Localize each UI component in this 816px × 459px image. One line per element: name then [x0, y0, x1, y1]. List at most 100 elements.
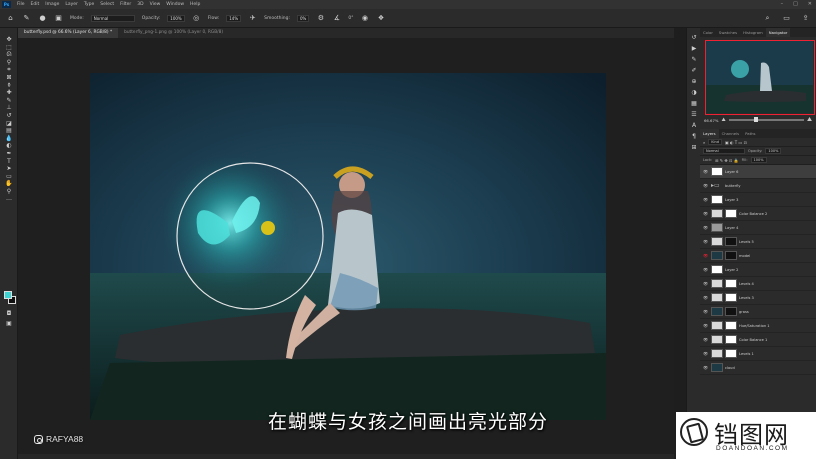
- visibility-eye-icon[interactable]: 👁: [702, 351, 709, 356]
- filter-search-icon[interactable]: ⌕: [703, 140, 705, 145]
- glyphs-icon[interactable]: ⊞: [687, 142, 701, 153]
- paragraph-icon[interactable]: ¶: [687, 131, 701, 142]
- layer-row[interactable]: 👁 cloud: [700, 361, 816, 375]
- zoom-slider-knob[interactable]: [754, 117, 759, 123]
- menu-layer[interactable]: Layer: [62, 2, 81, 7]
- layer-thumbnail[interactable]: [711, 307, 723, 316]
- pressure-opacity-icon[interactable]: ◎: [192, 14, 201, 23]
- history-brush-icon[interactable]: ↺: [0, 112, 18, 120]
- layer-row[interactable]: 👁 Layer 3: [700, 193, 816, 207]
- visibility-eye-icon[interactable]: 👁: [702, 211, 709, 216]
- dodge-tool-icon[interactable]: ◐: [0, 142, 18, 150]
- move-tool-icon[interactable]: ✥: [0, 36, 18, 44]
- character-icon[interactable]: A: [687, 120, 701, 131]
- mode-select[interactable]: Normal: [90, 14, 135, 22]
- menu-type[interactable]: Type: [81, 2, 97, 7]
- quick-mask-icon[interactable]: ◘: [0, 310, 18, 318]
- layer-row[interactable]: 👁 Layer 2: [700, 263, 816, 277]
- symmetry-icon[interactable]: ❖: [376, 14, 385, 23]
- layer-thumbnail[interactable]: [711, 293, 723, 302]
- brushes-icon[interactable]: ✐: [687, 65, 701, 76]
- actions-icon[interactable]: ▶: [687, 43, 701, 54]
- canvas-area[interactable]: [18, 38, 674, 454]
- layer-row[interactable]: 👁 model: [700, 249, 816, 263]
- menu-file[interactable]: File: [14, 2, 28, 7]
- navigator-preview[interactable]: [705, 40, 815, 115]
- layer-mask-thumbnail[interactable]: [725, 349, 737, 358]
- type-tool-icon[interactable]: T: [0, 158, 18, 166]
- menu-3d[interactable]: 3D: [134, 2, 146, 7]
- visibility-eye-icon[interactable]: 👁: [702, 183, 709, 188]
- layer-mask-thumbnail[interactable]: [725, 209, 737, 218]
- layer-row[interactable]: 👁 Levels 4: [700, 277, 816, 291]
- magic-wand-tool-icon[interactable]: ⚲: [0, 59, 18, 67]
- visibility-eye-icon[interactable]: 👁: [702, 239, 709, 244]
- visibility-eye-icon[interactable]: 👁: [702, 267, 709, 272]
- layer-thumbnail[interactable]: [711, 237, 723, 246]
- brush-settings-panel-icon[interactable]: ✎: [687, 54, 701, 65]
- hand-tool-icon[interactable]: ✋: [0, 180, 18, 188]
- visibility-eye-icon[interactable]: 👁: [702, 197, 709, 202]
- tab-color[interactable]: Color: [700, 28, 716, 37]
- menu-edit[interactable]: Edit: [28, 2, 43, 7]
- layer-row[interactable]: 👁 Layer 6: [700, 165, 816, 179]
- menu-image[interactable]: Image: [42, 2, 62, 7]
- healing-brush-icon[interactable]: ✚: [0, 89, 18, 97]
- layer-mask-thumbnail[interactable]: [725, 251, 737, 260]
- brush-settings-icon[interactable]: ▣: [54, 14, 63, 23]
- flow-field[interactable]: 14%: [226, 14, 242, 22]
- menu-window[interactable]: Window: [163, 2, 187, 7]
- tab-navigator[interactable]: Navigator: [765, 28, 791, 37]
- crop-tool-icon[interactable]: ⌗: [0, 66, 18, 74]
- fill-field[interactable]: 100%: [750, 157, 767, 163]
- pressure-size-icon[interactable]: ◉: [360, 14, 369, 23]
- menu-help[interactable]: Help: [187, 2, 203, 7]
- screen-mode-icon[interactable]: ▣: [0, 320, 18, 328]
- tab-butterfly-png[interactable]: butterfly_png-1.png @ 100% (Layer 0, RGB…: [118, 28, 229, 38]
- zoom-tool-icon[interactable]: ⚲: [0, 188, 18, 196]
- menu-view[interactable]: View: [147, 2, 164, 7]
- zoom-in-icon[interactable]: ⛰: [807, 116, 812, 124]
- layer-row[interactable]: 👁 Color Balance 2: [700, 207, 816, 221]
- brush-tool-icon[interactable]: ✎: [22, 14, 31, 23]
- eraser-tool-icon[interactable]: ◪: [0, 120, 18, 128]
- layer-row[interactable]: 👁 Color Balance 1: [700, 333, 816, 347]
- eyedropper-tool-icon[interactable]: ⚱: [0, 82, 18, 90]
- visibility-eye-icon[interactable]: 👁: [702, 281, 709, 286]
- more-tools-icon[interactable]: …: [0, 195, 18, 203]
- maximize-icon[interactable]: □: [793, 1, 798, 7]
- menu-select[interactable]: Select: [97, 2, 117, 7]
- stamp-tool-icon[interactable]: ⊥: [0, 104, 18, 112]
- tab-histogram[interactable]: Histogram: [740, 28, 766, 37]
- tab-layers[interactable]: Layers: [700, 129, 719, 138]
- styles-icon[interactable]: ▦: [687, 98, 701, 109]
- layer-thumbnail[interactable]: [711, 167, 723, 176]
- layer-row[interactable]: 👁 ▸▭ butterfly: [700, 179, 816, 193]
- layer-thumbnail[interactable]: [711, 349, 723, 358]
- home-icon[interactable]: ⌂: [6, 14, 15, 23]
- layer-row[interactable]: 👁 Levels 5: [700, 235, 816, 249]
- layer-thumbnail[interactable]: [711, 279, 723, 288]
- layer-mask-thumbnail[interactable]: [725, 335, 737, 344]
- foreground-color-swatch[interactable]: [4, 291, 12, 299]
- airbrush-icon[interactable]: ✈: [248, 14, 257, 23]
- visibility-eye-icon[interactable]: 👁: [702, 337, 709, 342]
- kind-select[interactable]: Kind: [708, 139, 722, 145]
- visibility-eye-icon[interactable]: 👁: [702, 169, 709, 174]
- layer-thumbnail[interactable]: [711, 223, 723, 232]
- layer-thumbnail[interactable]: [711, 335, 723, 344]
- marquee-tool-icon[interactable]: ⬚: [0, 44, 18, 52]
- menu-filter[interactable]: Filter: [117, 2, 134, 7]
- visibility-eye-icon[interactable]: 👁: [702, 365, 709, 370]
- visibility-eye-icon[interactable]: 👁: [702, 253, 709, 258]
- smoothing-settings-icon[interactable]: ⚙: [316, 14, 325, 23]
- layer-group-folder-icon[interactable]: ▸▭: [711, 181, 723, 190]
- layer-row[interactable]: 👁 Levels 3: [700, 291, 816, 305]
- brush-preset-icon[interactable]: ●: [38, 14, 47, 23]
- layer-mask-thumbnail[interactable]: [725, 237, 737, 246]
- angle-icon[interactable]: ∡: [332, 14, 341, 23]
- layer-mask-thumbnail[interactable]: [725, 307, 737, 316]
- close-icon[interactable]: ✕: [808, 1, 812, 7]
- layer-thumbnail[interactable]: [711, 251, 723, 260]
- layer-thumbnail[interactable]: [711, 209, 723, 218]
